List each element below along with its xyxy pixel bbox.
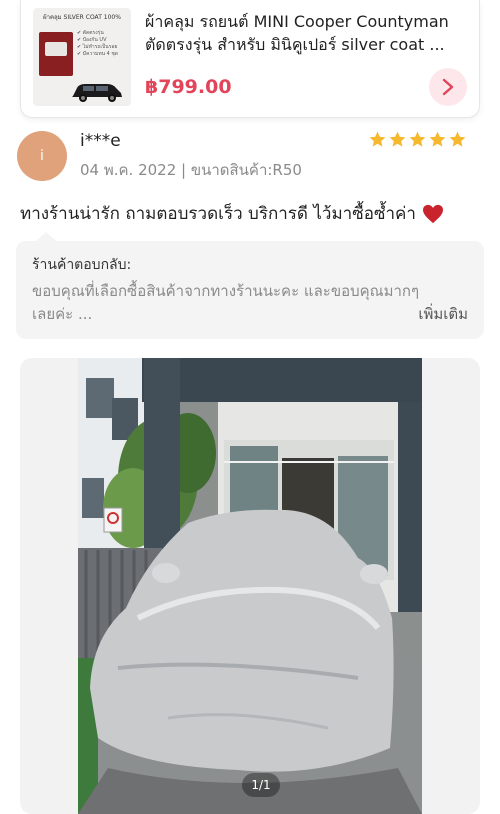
product-thumbnail[interactable]: ผ้าคลุม SILVER COAT 100% ✔ ตัดตรงรุ่น ✔ … xyxy=(33,8,131,106)
thumbnail-package-image xyxy=(39,32,73,76)
thumbnail-car-image xyxy=(72,84,122,102)
thumbnail-title: ผ้าคลุม SILVER COAT 100% xyxy=(43,14,121,21)
star-icon xyxy=(449,131,466,147)
avatar-letter: i xyxy=(40,148,44,164)
open-product-button[interactable] xyxy=(429,68,467,106)
product-price: ฿799.00 xyxy=(145,76,232,98)
rating-stars xyxy=(368,130,467,149)
star-icon xyxy=(389,131,406,147)
shop-reply-line1: ขอบคุณที่เลือกซื้อสินค้าจากทางร้านนะคะ แ… xyxy=(32,282,420,300)
reviewer-name: i***e xyxy=(80,131,121,151)
chevron-right-icon xyxy=(442,78,454,96)
product-title[interactable]: ผ้าคลุม รถยนต์ MINI Cooper Countyman ตัด… xyxy=(145,10,485,56)
star-icon xyxy=(369,131,386,147)
review-photo[interactable] xyxy=(78,358,422,814)
shop-reply-line2: เลยค่ะ ... xyxy=(32,305,93,323)
review-photo-gallery[interactable]: 1/1 xyxy=(20,358,480,814)
review-text-content: ทางร้านน่ารัก ถามตอบรวดเร็ว บริการดี ไว้… xyxy=(20,204,416,224)
photo-counter: 1/1 xyxy=(242,773,280,797)
heart-icon xyxy=(422,204,443,223)
product-title-line1: ผ้าคลุม รถยนต์ MINI Cooper Countyman xyxy=(145,12,449,31)
shop-reply: ร้านค้าตอบกลับ: ขอบคุณที่เลือกซื้อสินค้า… xyxy=(16,232,484,339)
star-icon xyxy=(409,131,426,147)
review-text: ทางร้านน่ารัก ถามตอบรวดเร็ว บริการดี ไว้… xyxy=(20,200,444,227)
shop-reply-text: ขอบคุณที่เลือกซื้อสินค้าจากทางร้านนะคะ แ… xyxy=(32,280,468,326)
see-more-link[interactable]: เพิ่มเติม xyxy=(418,303,468,326)
star-icon xyxy=(429,131,446,147)
avatar[interactable]: i xyxy=(17,131,67,181)
thumbnail-badges: ✔ ตัดตรงรุ่น ✔ ป้องกัน UV ✔ ไม่ทำรถเป็นร… xyxy=(77,30,119,57)
product-card[interactable]: ผ้าคลุม SILVER COAT 100% ✔ ตัดตรงรุ่น ✔ … xyxy=(20,0,480,118)
product-title-line2: ตัดตรงรุ่น สำหรับ มินิคูเปอร์ silver coa… xyxy=(145,35,445,54)
shop-reply-label: ร้านค้าตอบกลับ: xyxy=(32,257,132,273)
review-meta: 04 พ.ค. 2022 | ขนาดสินค้า:R50 xyxy=(80,161,302,179)
